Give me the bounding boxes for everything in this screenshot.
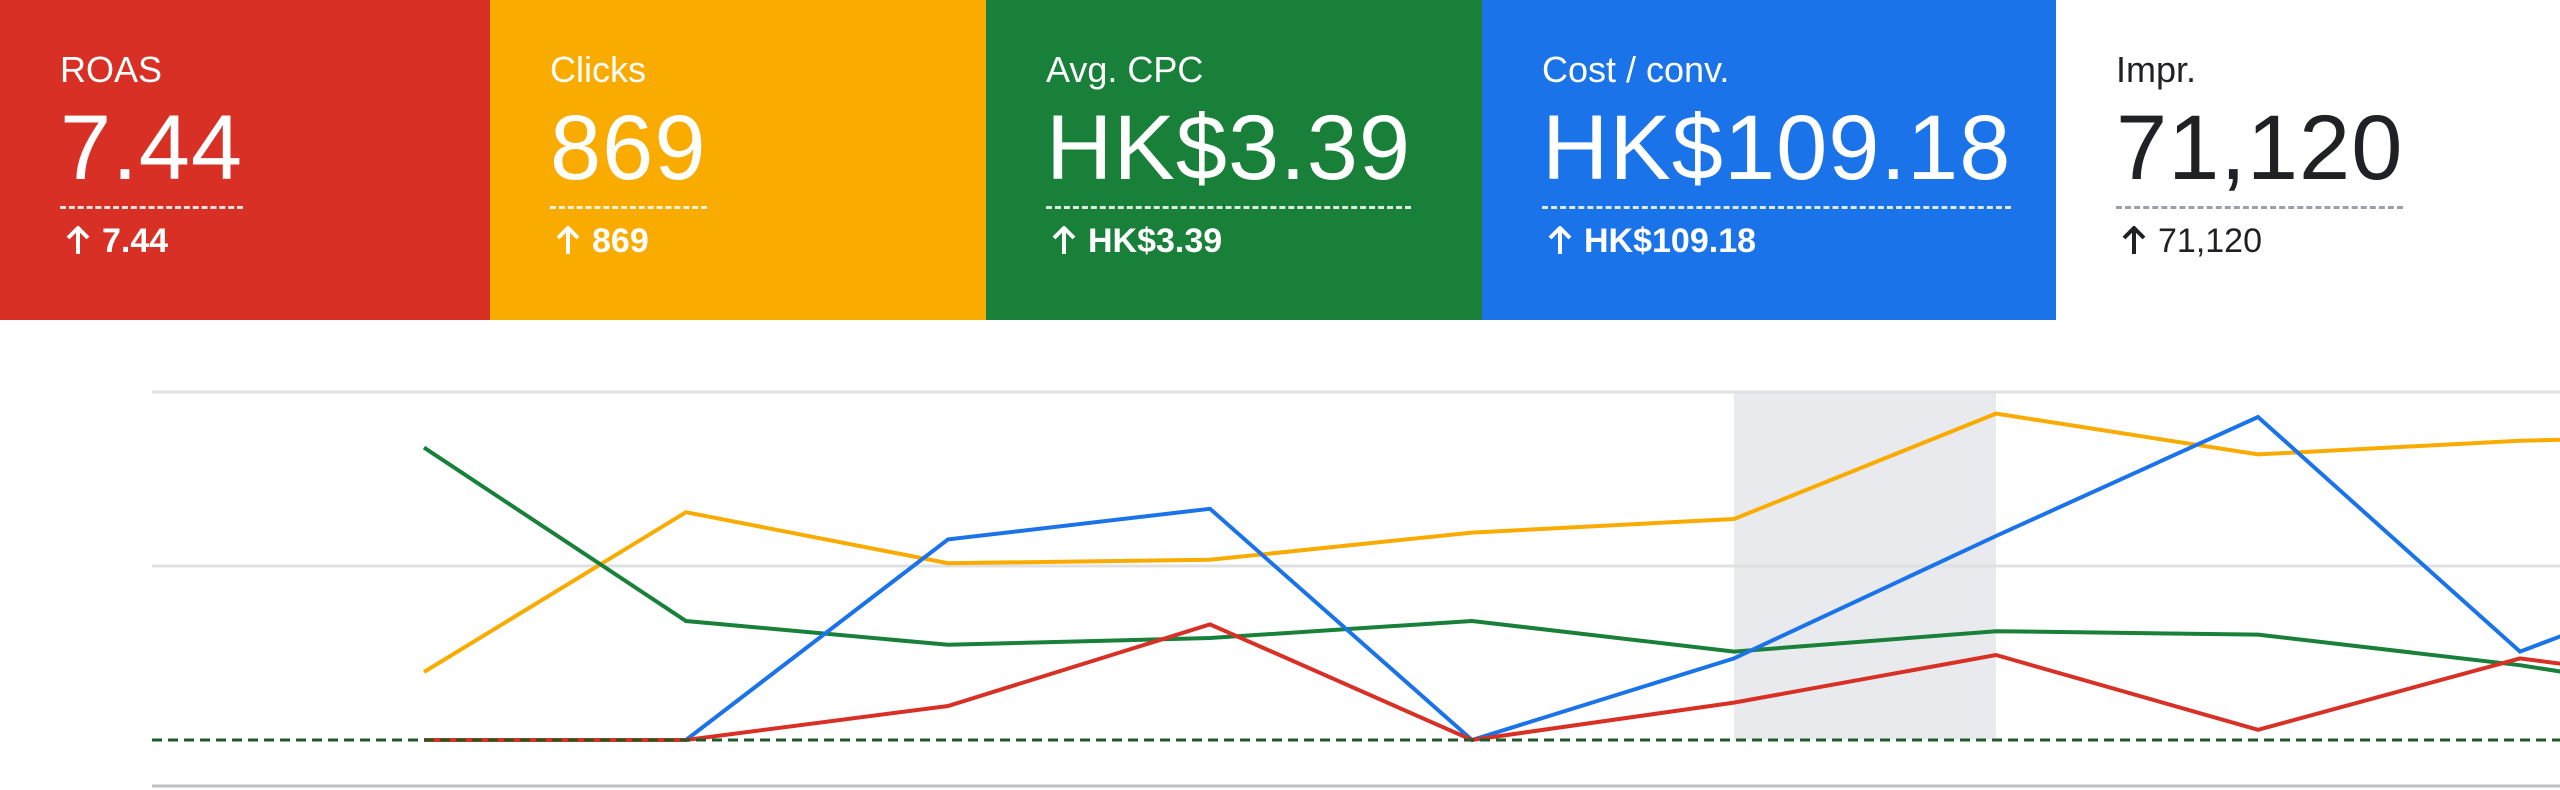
arrow-up-icon (1052, 226, 1076, 254)
scorecard-delta-value: 7.44 (102, 222, 169, 260)
scorecard-delta: HK$3.39 (1046, 219, 1482, 263)
scorecard-roas[interactable]: ROAS 7.44 7.44 (0, 0, 490, 320)
chart-svg (152, 390, 2560, 788)
scorecard-delta-value: HK$109.18 (1584, 222, 1757, 260)
performance-chart (0, 320, 2560, 790)
scorecard-value: HK$3.39 (1046, 96, 1412, 209)
scorecard-delta-value: HK$3.39 (1088, 222, 1223, 260)
scorecard-value: 7.44 (60, 96, 244, 209)
scorecard-label: Cost / conv. (1542, 49, 1730, 90)
scorecard-delta-value: 71,120 (2158, 222, 2262, 260)
scorecard-cost-conv[interactable]: Cost / conv. HK$109.18 HK$109.18 (1482, 0, 2056, 320)
scorecard-value: 71,120 (2116, 96, 2404, 209)
scorecard-label: Impr. (2116, 49, 2197, 90)
series-line-2 (424, 414, 2560, 743)
scorecard-delta: 71,120 (2116, 219, 2560, 263)
scorecard-row: ROAS 7.44 7.44 Clicks 869 869 Avg. CPC HK$3.39 H… (0, 0, 2560, 320)
arrow-up-icon (66, 226, 90, 254)
arrow-up-icon (1548, 226, 1572, 254)
scorecard-delta: HK$109.18 (1542, 219, 2056, 263)
arrow-up-icon (2122, 226, 2146, 254)
scorecard-value: 869 (550, 96, 707, 209)
scorecard-label: ROAS (60, 49, 163, 90)
scorecard-impr[interactable]: Impr. 71,120 71,120 (2056, 0, 2560, 320)
series-line-1 (422, 445, 2560, 674)
scorecard-avg-cpc[interactable]: Avg. CPC HK$3.39 HK$3.39 (986, 0, 1482, 320)
scorecard-delta: 7.44 (60, 219, 490, 263)
scorecard-value: HK$109.18 (1542, 96, 2012, 209)
scorecard-delta-value: 869 (592, 222, 649, 260)
scorecard-label: Avg. CPC (1046, 49, 1204, 90)
arrow-up-icon (556, 226, 580, 254)
scorecard-clicks[interactable]: Clicks 869 869 (490, 0, 986, 320)
scorecard-label: Clicks (550, 49, 646, 90)
series-line-3 (424, 622, 2560, 743)
scorecard-delta: 869 (550, 219, 986, 263)
